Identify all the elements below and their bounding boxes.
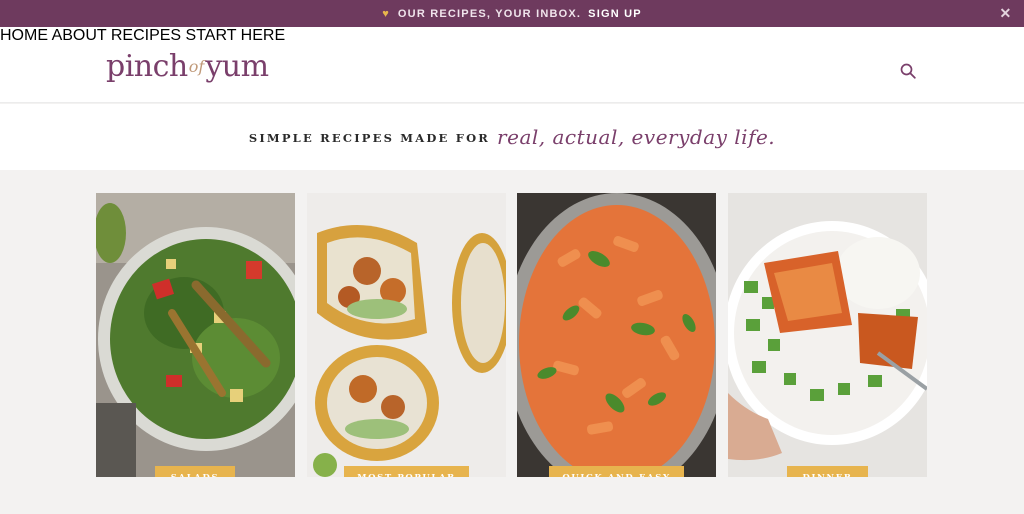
site-logo[interactable]: pinch of yum [106,43,269,91]
category-card-quick-and-easy[interactable]: QUICK AND EASY [517,193,716,477]
signup-link[interactable]: SIGN UP [588,8,642,20]
logo-word-of: of [188,57,205,76]
close-icon[interactable]: ✕ [998,5,1014,21]
category-label-most-popular: MOST POPULAR [344,466,469,477]
heart-icon: ♥ [382,7,390,20]
logo-word-yum: yum [205,49,269,84]
promo-banner: ♥ OUR RECIPES, YOUR INBOX. SIGN UP ✕ [0,0,1024,27]
nav-recipes[interactable]: RECIPES [111,27,181,44]
category-card-dinner[interactable]: DINNER [728,193,927,477]
site-header: pinch of yum HOME ABOUT RECIPES START HE… [0,27,1024,103]
category-card-salads[interactable]: SALADS [96,193,295,477]
tagline: SIMPLE RECIPES MADE FOR real, actual, ev… [0,104,1024,170]
category-cards: SALADS MOST POPULAR [0,170,1024,514]
category-label-dinner: DINNER [787,466,868,477]
search-icon[interactable] [900,63,916,79]
tagline-caps: SIMPLE RECIPES MADE FOR [248,131,491,145]
nav-about[interactable]: ABOUT [52,27,107,44]
category-label-quick-and-easy: QUICK AND EASY [549,466,684,477]
nav-start-here[interactable]: START HERE [186,27,286,44]
pasta-photo [517,193,716,477]
nav-home[interactable]: HOME [0,27,48,44]
tagline-script: real, actual, everyday life. [497,125,776,149]
category-label-salads: SALADS [155,466,235,477]
category-card-most-popular[interactable]: MOST POPULAR [307,193,506,477]
logo-word-pinch: pinch [106,49,188,84]
salad-photo [96,193,295,477]
tacos-photo [307,193,506,477]
salmon-photo [728,193,927,477]
promo-text: OUR RECIPES, YOUR INBOX. [397,7,582,20]
